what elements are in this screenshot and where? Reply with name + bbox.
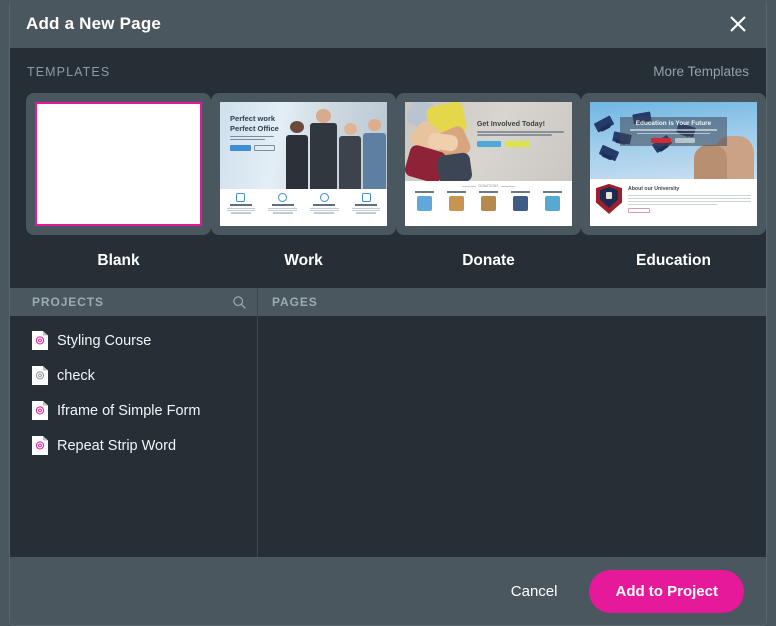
add-to-project-button[interactable]: Add to Project: [589, 569, 744, 613]
template-preview-education: Education is Your Future About our Unive…: [590, 102, 757, 226]
list-item[interactable]: ◎ check: [10, 358, 257, 393]
pages-panel-header: PAGES: [258, 288, 766, 316]
projects-header-label: PROJECTS: [32, 295, 104, 309]
more-templates-link[interactable]: More Templates: [653, 64, 749, 79]
cancel-button[interactable]: Cancel: [501, 577, 568, 606]
pages-header-label: PAGES: [272, 295, 318, 309]
template-cards-row: Blank Perfect work Perfect Office Work G…: [26, 93, 766, 270]
dialog-title: Add a New Page: [26, 14, 162, 33]
dialog-titlebar: Add a New Page: [10, 0, 766, 48]
template-preview-donate: Get Involved Today! DONATIONS: [405, 102, 572, 226]
education-headline: Education is Your Future: [635, 120, 712, 128]
template-label-education: Education: [636, 252, 711, 269]
projects-list[interactable]: ◎ Styling Course ◎ check ◎ Iframe of Sim…: [10, 316, 258, 557]
template-card-education[interactable]: Education is Your Future About our Unive…: [581, 93, 766, 270]
donate-headline: Get Involved Today!: [476, 119, 545, 129]
university-crest-icon: [596, 183, 622, 214]
template-card-work[interactable]: Perfect work Perfect Office Work: [211, 93, 396, 270]
donate-divider-text: DONATIONS: [478, 184, 499, 189]
template-card-donate[interactable]: Get Involved Today! DONATIONS Donate: [396, 93, 581, 270]
document-icon: ◎: [32, 366, 48, 385]
document-icon: ◎: [32, 436, 48, 455]
projects-panel-header: PROJECTS: [10, 288, 258, 316]
dialog-footer: Cancel Add to Project: [10, 557, 766, 625]
pages-list[interactable]: [258, 316, 766, 557]
project-name: check: [57, 367, 95, 384]
templates-section-label: TEMPLATES: [27, 65, 111, 79]
template-thumb-frame-work[interactable]: Perfect work Perfect Office: [211, 93, 396, 235]
panel-headers: PROJECTS PAGES: [10, 288, 766, 316]
add-new-page-dialog: Add a New Page TEMPLATES More Templates …: [9, 0, 767, 626]
list-item[interactable]: ◎ Iframe of Simple Form: [10, 393, 257, 428]
template-preview-blank: [35, 102, 202, 226]
projects-pages-panels: PROJECTS PAGES ◎ Styling Course ◎ check …: [10, 288, 766, 557]
education-subheading: About our University: [628, 185, 680, 192]
project-name: Repeat Strip Word: [57, 437, 177, 454]
project-name: Iframe of Simple Form: [57, 402, 201, 419]
template-thumb-frame-donate[interactable]: Get Involved Today! DONATIONS: [396, 93, 581, 235]
template-thumb-frame-blank[interactable]: [26, 93, 211, 235]
templates-header: TEMPLATES More Templates: [26, 64, 750, 79]
template-label-donate: Donate: [462, 252, 515, 269]
work-headline-2: Perfect Office: [230, 123, 279, 133]
document-icon: ◎: [32, 331, 48, 350]
close-icon[interactable]: [724, 10, 752, 38]
work-headline-1: Perfect work: [230, 114, 276, 124]
list-item[interactable]: ◎ Styling Course: [10, 323, 257, 358]
search-icon[interactable]: [232, 295, 247, 310]
template-card-blank[interactable]: Blank: [26, 93, 211, 270]
project-name: Styling Course: [57, 332, 152, 349]
list-item[interactable]: ◎ Repeat Strip Word: [10, 428, 257, 463]
template-label-blank: Blank: [97, 252, 140, 269]
panel-bodies: ◎ Styling Course ◎ check ◎ Iframe of Sim…: [10, 316, 766, 557]
templates-section: TEMPLATES More Templates Blank Perfect w…: [10, 48, 766, 270]
document-icon: ◎: [32, 401, 48, 420]
template-thumb-frame-education[interactable]: Education is Your Future About our Unive…: [581, 93, 766, 235]
template-preview-work: Perfect work Perfect Office: [220, 102, 387, 226]
template-label-work: Work: [284, 252, 323, 269]
